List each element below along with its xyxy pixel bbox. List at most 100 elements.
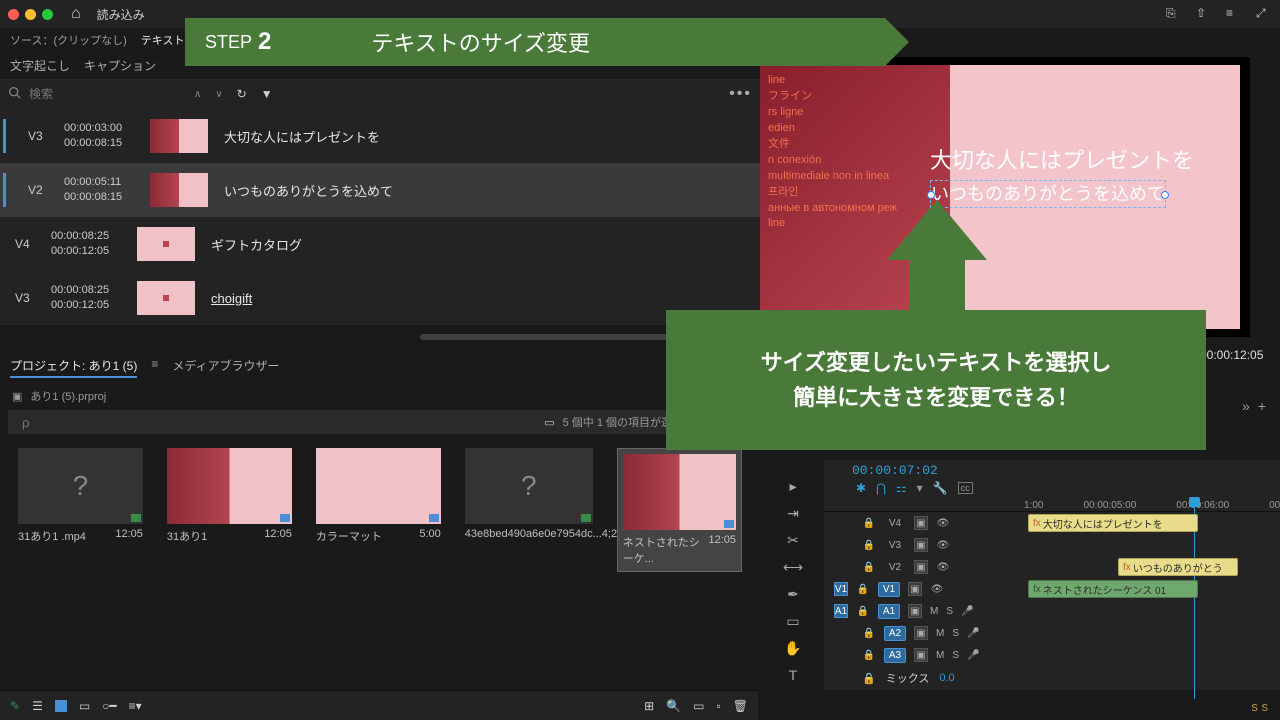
- type-tool-icon[interactable]: T: [789, 667, 798, 683]
- project-tab[interactable]: プロジェクト: あり1 (5): [10, 357, 137, 378]
- menu-icon[interactable]: ≡: [1226, 6, 1242, 22]
- selection-tool-icon[interactable]: ▸: [789, 478, 796, 495]
- bin-item[interactable]: カラーマット5:00: [316, 448, 441, 544]
- link-icon[interactable]: ⚏: [896, 481, 907, 495]
- snap-icon[interactable]: ✱: [856, 481, 866, 495]
- bin-item[interactable]: 31あり112:05: [167, 448, 292, 544]
- project-search-input[interactable]: [22, 415, 536, 430]
- mic-icon[interactable]: 🎤: [961, 606, 973, 617]
- zoom-slider[interactable]: ○━: [102, 699, 116, 713]
- more-icon[interactable]: •••: [729, 85, 752, 103]
- tab-menu-icon[interactable]: ≡: [151, 357, 158, 378]
- lock-icon[interactable]: 🔒: [862, 626, 876, 640]
- bin-item[interactable]: ? 43e8bed490a6e0e7954dc...4;29: [465, 448, 593, 540]
- caption-row[interactable]: V3 00:00:08:2500:00:12:05 choigift: [0, 271, 760, 325]
- lock-icon[interactable]: 🔒: [862, 672, 876, 685]
- track-header[interactable]: 🔒V2▣👁: [824, 556, 1024, 578]
- slip-icon[interactable]: ⟷: [783, 559, 803, 576]
- next-caret-icon[interactable]: ∨: [215, 89, 222, 100]
- source-tab[interactable]: ソース：(クリップなし): [10, 32, 127, 48]
- mix-value[interactable]: 0.0: [939, 672, 954, 684]
- source-patch[interactable]: V1: [834, 582, 848, 596]
- lock-icon[interactable]: 🔒: [862, 560, 876, 574]
- chevron-right-icon[interactable]: »: [1242, 398, 1250, 414]
- mute-icon[interactable]: ▣: [914, 626, 928, 640]
- toggle-output-icon[interactable]: ▣: [908, 582, 922, 596]
- track-header[interactable]: V1🔒V1▣👁: [824, 578, 1024, 600]
- media-browser-tab[interactable]: メディアブラウザー: [172, 357, 279, 378]
- transcribe-tab[interactable]: 文字起こし: [10, 57, 70, 74]
- refresh-icon[interactable]: ↻: [237, 87, 247, 101]
- track-header[interactable]: 🔒A3▣MS🎤: [824, 644, 1024, 666]
- eye-icon[interactable]: 👁: [936, 560, 950, 574]
- marker-icon[interactable]: ▾: [917, 481, 923, 495]
- close-icon[interactable]: [8, 9, 19, 20]
- search-input[interactable]: [29, 87, 184, 101]
- clip[interactable]: fxネストされたシーケンス 01: [1028, 580, 1198, 598]
- pen-icon[interactable]: ✎: [10, 699, 20, 713]
- toggle-output-icon[interactable]: ▣: [914, 538, 928, 552]
- source-patch[interactable]: A1: [834, 604, 848, 618]
- toggle-output-icon[interactable]: ▣: [914, 516, 928, 530]
- eye-icon[interactable]: 👁: [930, 582, 944, 596]
- mic-icon[interactable]: 🎤: [967, 650, 979, 661]
- track-header[interactable]: 🔒V4▣👁: [824, 512, 1024, 534]
- grid-view-icon[interactable]: [55, 700, 67, 712]
- new-item-icon[interactable]: ▫: [717, 699, 721, 713]
- eye-icon[interactable]: 👁: [936, 516, 950, 530]
- bin-icon[interactable]: ▭: [544, 416, 554, 429]
- lock-icon[interactable]: 🔒: [862, 538, 876, 552]
- wrench-icon[interactable]: 🔧: [933, 481, 948, 495]
- lock-icon[interactable]: 🔒: [862, 516, 876, 530]
- pen-icon[interactable]: ✒: [787, 586, 799, 603]
- mic-icon[interactable]: 🎤: [967, 628, 979, 639]
- toggle-output-icon[interactable]: ▣: [914, 560, 928, 574]
- share-icon[interactable]: ⇧: [1196, 6, 1212, 22]
- list-icon[interactable]: ☰: [32, 699, 43, 713]
- settings-icon[interactable]: ⊞: [644, 699, 654, 713]
- mute-icon[interactable]: ▣: [908, 604, 922, 618]
- prev-caret-icon[interactable]: ∧: [194, 89, 201, 100]
- loading-label[interactable]: 読み込み: [97, 6, 145, 23]
- caption-tab[interactable]: キャプション: [84, 57, 156, 74]
- track-select-icon[interactable]: ⇥: [787, 505, 799, 522]
- ripple-icon[interactable]: ✂: [787, 532, 799, 549]
- mute-icon[interactable]: ▣: [914, 648, 928, 662]
- bin-item[interactable]: ネストされたシーケ...12:05: [617, 448, 742, 572]
- lock-icon[interactable]: 🔒: [856, 582, 870, 596]
- caption-row[interactable]: V4 00:00:08:2500:00:12:05 ギフトカタログ: [0, 217, 760, 271]
- lock-icon[interactable]: 🔒: [856, 604, 870, 618]
- caption-row[interactable]: V2 00:00:05:1100:00:08:15 いつものありがとうを込めて: [0, 163, 760, 217]
- minimize-icon[interactable]: [25, 9, 36, 20]
- track-header[interactable]: 🔒V3▣👁: [824, 534, 1024, 556]
- trash-icon[interactable]: 🗑: [733, 699, 748, 713]
- text-line-1[interactable]: 大切な人にはプレゼントを: [930, 145, 1194, 177]
- maximize-icon[interactable]: [42, 9, 53, 20]
- track-header[interactable]: 🔒A2▣MS🎤: [824, 622, 1024, 644]
- text-tab[interactable]: テキスト: [141, 32, 185, 48]
- clip[interactable]: fx大切な人にはプレゼントを: [1028, 514, 1198, 532]
- filter-icon[interactable]: ▼: [261, 87, 273, 101]
- hand-icon[interactable]: ✋: [784, 640, 801, 657]
- program-canvas[interactable]: lineフライン rs ligneedien 文件n conexión mult…: [760, 57, 1250, 337]
- lock-icon[interactable]: 🔒: [862, 648, 876, 662]
- track-header[interactable]: A1🔒A1▣MS🎤: [824, 600, 1024, 622]
- export-icon[interactable]: ⎘: [1166, 6, 1182, 22]
- add-icon[interactable]: +: [1258, 398, 1266, 414]
- timeline-timecode[interactable]: 00:00:07:02: [852, 463, 938, 478]
- magnet-icon[interactable]: ⋂: [876, 481, 886, 495]
- home-icon[interactable]: ⌂: [71, 5, 81, 23]
- caption-row[interactable]: V3 00:00:03:0000:00:08:15 大切な人にはプレゼントを: [0, 109, 760, 163]
- rectangle-icon[interactable]: ▭: [786, 613, 799, 630]
- freeform-icon[interactable]: ▭: [79, 699, 90, 713]
- cc-icon[interactable]: cc: [958, 482, 973, 494]
- bin-item[interactable]: ? 31あり1 .mp412:05: [18, 448, 143, 544]
- timeline-tracks[interactable]: fx大切な人にはプレゼントを fxいつものありがとう fxネストされたシーケンス…: [1024, 512, 1280, 690]
- clip[interactable]: fxいつものありがとう: [1118, 558, 1238, 576]
- timeline-ruler[interactable]: 1:00 00:00:05:00 00:00:06:00 00:00:07:00: [824, 499, 1280, 512]
- new-bin-icon[interactable]: ▭: [693, 699, 704, 713]
- eye-icon[interactable]: 👁: [936, 538, 950, 552]
- search-icon[interactable]: 🔍: [666, 699, 681, 713]
- sort-icon[interactable]: ≡▾: [129, 699, 142, 713]
- fullscreen-icon[interactable]: ⤢: [1256, 6, 1272, 22]
